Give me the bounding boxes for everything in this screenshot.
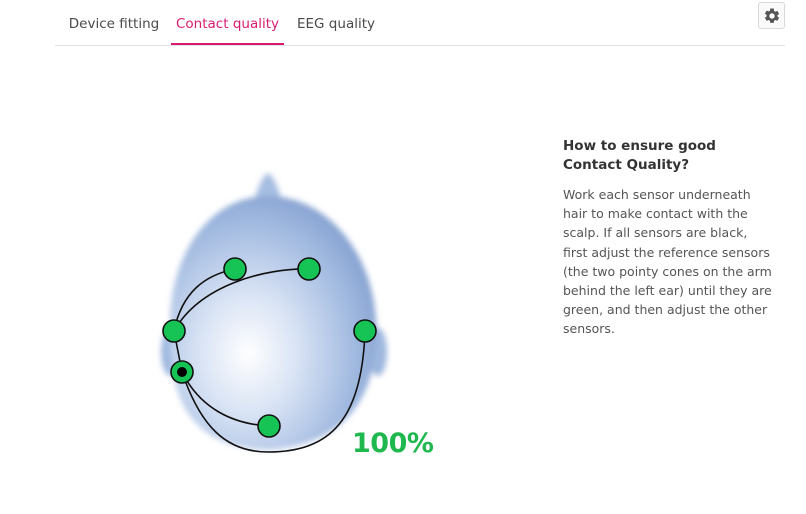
contact-quality-percentage: 100% <box>352 428 434 459</box>
sensor-back <box>257 414 281 438</box>
contact-quality-page: Device fitting Contact quality EEG quali… <box>0 0 806 514</box>
sensor-left <box>162 319 186 343</box>
sensor-front-right <box>297 257 321 281</box>
sensor-front-left <box>223 257 247 281</box>
gear-icon <box>764 7 779 23</box>
sensor-right <box>353 319 377 343</box>
settings-button[interactable] <box>758 2 785 29</box>
help-body: Work each sensor underneath hair to make… <box>563 187 772 337</box>
help-title: How to ensure good Contact Quality? <box>563 138 716 173</box>
tab-contact-quality[interactable]: Contact quality <box>171 0 284 45</box>
tab-eeg-quality[interactable]: EEG quality <box>291 0 381 45</box>
sensor-reference <box>170 360 194 384</box>
help-panel: How to ensure good Contact Quality? Work… <box>563 137 773 339</box>
head-silhouette <box>161 173 387 450</box>
tab-bar: Device fitting Contact quality EEG quali… <box>55 0 785 46</box>
tab-device-fitting[interactable]: Device fitting <box>63 0 165 45</box>
